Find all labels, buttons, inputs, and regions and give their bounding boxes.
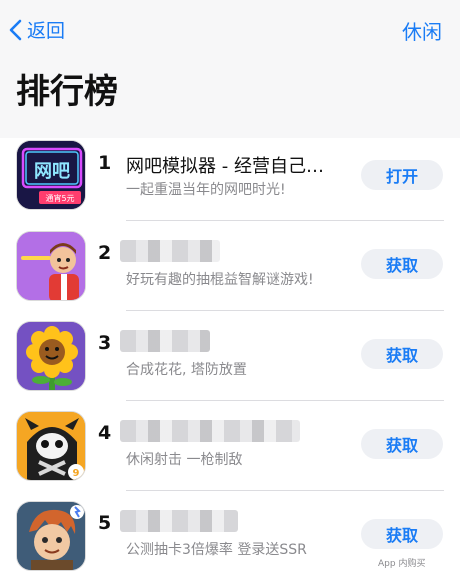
title-area: 排行榜 — [0, 56, 460, 138]
cartoon-character-icon — [17, 232, 85, 300]
list-item[interactable]: 5 公测抽卡3倍爆率 登录送SSR 获取 App 内购买 — [0, 498, 460, 577]
rank-number: 4 — [98, 422, 112, 444]
rank-number: 5 — [98, 512, 112, 534]
page-title: 排行榜 — [16, 72, 118, 112]
app-icon-card-game[interactable] — [16, 501, 86, 571]
divider — [126, 310, 444, 311]
app-icon-stick-puzzle[interactable] — [16, 231, 86, 301]
rank-number: 3 — [98, 332, 112, 354]
redacted-app-name — [120, 330, 210, 352]
back-label: 返回 — [27, 20, 66, 42]
category-label: 休闲 — [402, 20, 442, 44]
app-name: 网吧模拟器 - 经营自己… — [126, 156, 324, 177]
divider — [126, 490, 444, 491]
sunflower-icon — [17, 322, 85, 390]
get-button[interactable]: 获取 — [361, 519, 443, 549]
app-subtitle: 合成花花, 塔防放置 — [126, 362, 247, 378]
icon-badge: 9 — [73, 468, 80, 479]
in-app-purchase-label: App 内购买 — [378, 559, 426, 569]
list-item[interactable]: 网吧 通宵5元 1 网吧模拟器 - 经营自己… 一起重温当年的网吧时光! 打开 — [0, 138, 460, 228]
app-icon-sunflower[interactable] — [16, 321, 86, 391]
divider — [126, 400, 444, 401]
list-item[interactable]: 3 合成花花, 塔防放置 获取 — [0, 318, 460, 408]
app-subtitle: 一起重温当年的网吧时光! — [126, 182, 286, 198]
anime-character-icon — [17, 502, 85, 570]
redacted-app-name — [120, 240, 220, 262]
navigation-bar: 返回 休闲 — [0, 0, 460, 56]
get-button[interactable]: 获取 — [361, 249, 443, 279]
app-subtitle: 休闲射击 一枪制敌 — [126, 452, 243, 468]
back-button[interactable]: 返回 — [8, 16, 65, 43]
icon-text: 网吧 — [34, 161, 70, 182]
get-button[interactable]: 获取 — [361, 429, 443, 459]
app-subtitle: 公测抽卡3倍爆率 登录送SSR — [126, 542, 307, 558]
neon-sign-icon: 网吧 通宵5元 — [17, 141, 85, 209]
redacted-app-name — [120, 420, 300, 442]
app-subtitle: 好玩有趣的抽棍益智解谜游戏! — [126, 272, 314, 288]
icon-badge: 通宵5元 — [45, 193, 74, 203]
list-item[interactable]: 2 好玩有趣的抽棍益智解谜游戏! 获取 — [0, 228, 460, 318]
app-icon-internet-cafe[interactable]: 网吧 通宵5元 — [16, 140, 86, 210]
rank-number: 1 — [98, 152, 112, 174]
masked-character-icon: 9 — [17, 412, 85, 480]
list-item[interactable]: 9 4 休闲射击 一枪制敌 获取 — [0, 408, 460, 498]
rank-number: 2 — [98, 242, 112, 264]
open-button[interactable]: 打开 — [361, 160, 443, 190]
chevron-left-icon — [9, 19, 22, 40]
app-icon-shooter[interactable]: 9 — [16, 411, 86, 481]
divider — [126, 220, 444, 221]
redacted-app-name — [120, 510, 238, 532]
get-button[interactable]: 获取 — [361, 339, 443, 369]
